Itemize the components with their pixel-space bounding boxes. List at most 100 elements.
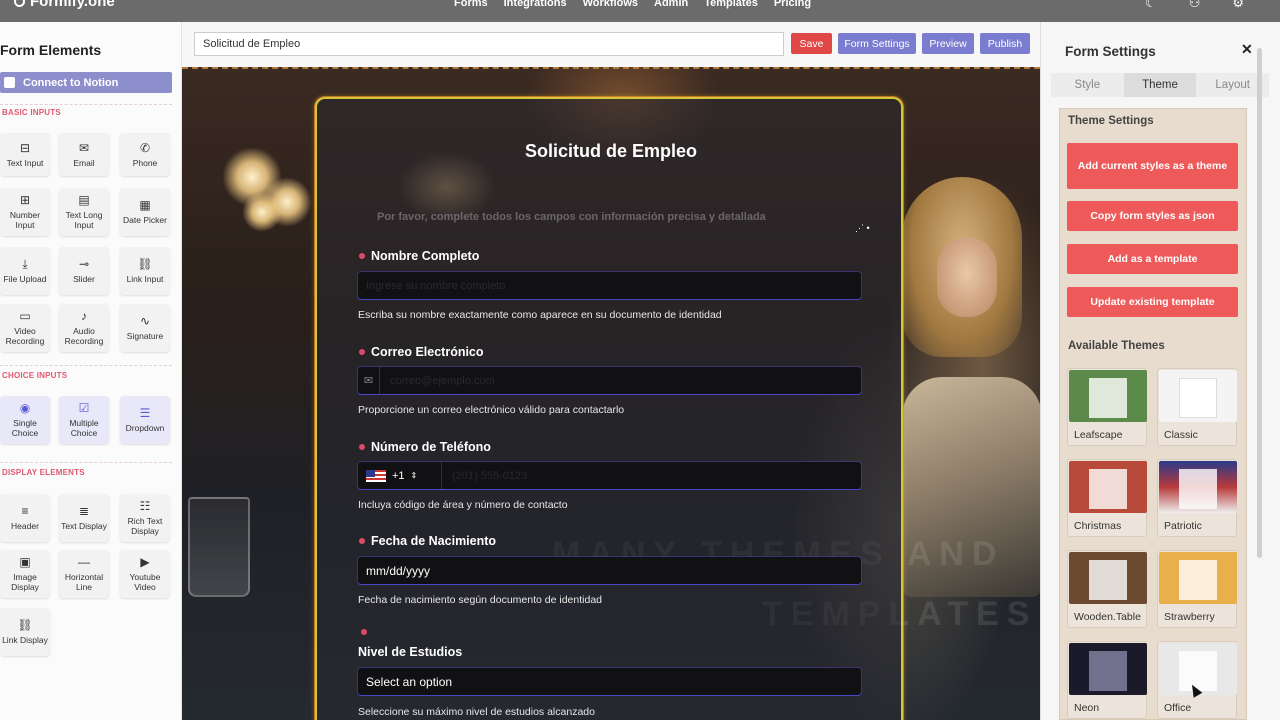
notion-icon: [4, 77, 15, 88]
mail-icon: ✉: [358, 367, 380, 394]
education-select[interactable]: Select an option: [358, 668, 861, 695]
preview-button[interactable]: Preview: [922, 33, 974, 54]
tile-label: Signature: [126, 331, 164, 341]
connect-notion-label: Connect to Notion: [23, 76, 119, 89]
input-placeholder: Ingrese su nombre completo: [366, 279, 506, 292]
field-label-text: Correo Electrónico: [371, 345, 484, 359]
theme-preview: [1069, 552, 1147, 604]
field-help: Escriba su nombre exactamente como apare…: [358, 309, 722, 321]
element-video-recording[interactable]: ▭ Video Recording: [0, 304, 50, 352]
theme-preview: [1069, 370, 1147, 422]
moon-icon[interactable]: ☾: [1145, 0, 1157, 11]
settings-tabs: Style Theme Layout: [1051, 73, 1269, 97]
add-as-template-button[interactable]: Add as a template: [1067, 244, 1238, 274]
theme-card-leafscape[interactable]: Leafscape: [1067, 368, 1147, 446]
nombre-input[interactable]: Ingrese su nombre completo: [358, 272, 861, 299]
element-multiple-choice[interactable]: ☑ Multiple Choice: [59, 396, 109, 444]
theme-preview-sheet: [1179, 560, 1217, 600]
element-dropdown[interactable]: ☰ Dropdown: [120, 396, 170, 444]
element-link-display[interactable]: ⛓ Link Display: [0, 608, 50, 656]
element-horizontal-line[interactable]: — Horizontal Line: [59, 550, 109, 598]
field-label: Nivel de Estudios: [358, 645, 462, 659]
element-text-input[interactable]: ⊟ Text Input: [0, 133, 50, 176]
country-code-select[interactable]: +1 ⇕: [366, 462, 442, 489]
theme-preview-sheet: [1089, 378, 1127, 418]
field-help: Fecha de nacimiento según documento de i…: [358, 594, 603, 606]
element-number-input[interactable]: ⊞ Number Input: [0, 188, 50, 236]
element-signature[interactable]: ∿ Signature: [120, 304, 170, 352]
theme-card-strawberry[interactable]: Strawberry: [1157, 550, 1237, 628]
nav-integrations[interactable]: Integrations: [504, 0, 567, 9]
add-current-styles-button[interactable]: Add current styles as a theme: [1067, 143, 1238, 189]
field-label: Fecha de Nacimiento: [359, 534, 496, 548]
element-audio-recording[interactable]: ♪ Audio Recording: [59, 304, 109, 352]
text-display-icon: ≣: [78, 504, 90, 518]
link-icon: ⛓: [137, 257, 153, 271]
element-rich-text-display[interactable]: ☷ Rich Text Display: [120, 494, 170, 542]
connect-notion-button[interactable]: Connect to Notion: [0, 72, 172, 93]
theme-preview-sheet: [1089, 651, 1127, 691]
theme-card-classic[interactable]: Classic: [1157, 368, 1237, 446]
nav-admin[interactable]: Admin: [654, 0, 688, 9]
close-icon[interactable]: ✕: [1241, 41, 1253, 58]
copy-styles-json-button[interactable]: Copy form styles as json: [1067, 201, 1238, 231]
element-link-input[interactable]: ⛓ Link Input: [120, 247, 170, 295]
tile-label: Slider: [73, 274, 95, 284]
element-phone[interactable]: ✆ Phone: [120, 133, 170, 176]
form-settings-panel: Form Settings ✕ Style Theme Layout Theme…: [1040, 22, 1280, 720]
element-header[interactable]: ≡ Header: [0, 494, 50, 542]
theme-card-christmas[interactable]: Christmas: [1067, 459, 1147, 537]
form-subtitle: Por favor, complete todos los campos con…: [377, 211, 766, 223]
element-file-upload[interactable]: ⤓ File Upload: [0, 247, 50, 295]
tile-label: Link Display: [2, 635, 48, 645]
email-input[interactable]: ✉ correo@ejemplo.com: [358, 367, 861, 394]
required-marker: [361, 629, 367, 635]
tile-label: Single Choice: [11, 418, 39, 438]
element-text-long-input[interactable]: ▤ Text Long Input: [59, 188, 109, 236]
form-canvas: MANY THEMES AND TEMPLATES Solicitud de E…: [182, 67, 1040, 720]
updown-icon: ⇕: [410, 471, 418, 480]
tab-theme[interactable]: Theme: [1123, 73, 1197, 97]
sidebar-title: Form Elements: [0, 42, 102, 58]
settings-icon[interactable]: ⚙: [1232, 0, 1244, 11]
theme-card-patriotic[interactable]: Patriotic: [1157, 459, 1237, 537]
element-youtube-video[interactable]: ▶ Youtube Video: [120, 550, 170, 598]
element-image-display[interactable]: ▣ Image Display: [0, 550, 50, 598]
link-display-icon: ⛓: [17, 618, 33, 632]
nav-workflows[interactable]: Workflows: [583, 0, 638, 9]
element-date-picker[interactable]: ▦ Date Picker: [120, 188, 170, 236]
nav-templates[interactable]: Templates: [704, 0, 758, 9]
phone-input[interactable]: +1 ⇕ (201) 555-0123: [358, 462, 861, 489]
theme-name: Leafscape: [1074, 429, 1123, 441]
number-icon: ⊞: [19, 193, 31, 207]
element-single-choice[interactable]: ◉ Single Choice: [0, 396, 50, 444]
theme-card-neon[interactable]: Neon: [1067, 641, 1147, 719]
panel-scrollbar[interactable]: [1257, 48, 1262, 558]
resize-handle-icon[interactable]: ⋰ •: [855, 223, 870, 234]
element-text-display[interactable]: ≣ Text Display: [59, 494, 109, 542]
date-input[interactable]: mm/dd/yyyy: [358, 557, 861, 584]
field-label-text: Número de Teléfono: [371, 440, 491, 454]
nav-pricing[interactable]: Pricing: [774, 0, 811, 9]
field-label-text: Nivel de Estudios: [358, 645, 463, 659]
form-name-input[interactable]: [194, 32, 784, 56]
tab-style[interactable]: Style: [1051, 73, 1124, 97]
theme-preview: [1069, 461, 1147, 513]
element-slider[interactable]: ⊸ Slider: [59, 247, 109, 295]
theme-card-office[interactable]: Office: [1157, 641, 1237, 719]
theme-preview-sheet: [1179, 469, 1217, 509]
lamp-light: [242, 192, 282, 232]
glass-image: [188, 497, 250, 597]
update-template-button[interactable]: Update existing template: [1067, 287, 1238, 317]
nav-forms[interactable]: Forms: [454, 0, 488, 9]
tile-label: Text Input: [6, 157, 44, 168]
user-icon[interactable]: ⚇: [1189, 0, 1201, 11]
form-settings-button[interactable]: Form Settings: [838, 33, 916, 54]
theme-card-wooden-table[interactable]: Wooden.Table: [1067, 550, 1147, 628]
save-button[interactable]: Save: [791, 33, 832, 54]
element-email[interactable]: ✉ Email: [59, 133, 109, 176]
us-flag-icon: [366, 469, 386, 482]
tile-label: Youtube Video: [129, 572, 161, 592]
logo[interactable]: Formify.one: [14, 0, 115, 10]
publish-button[interactable]: Publish: [980, 33, 1030, 54]
